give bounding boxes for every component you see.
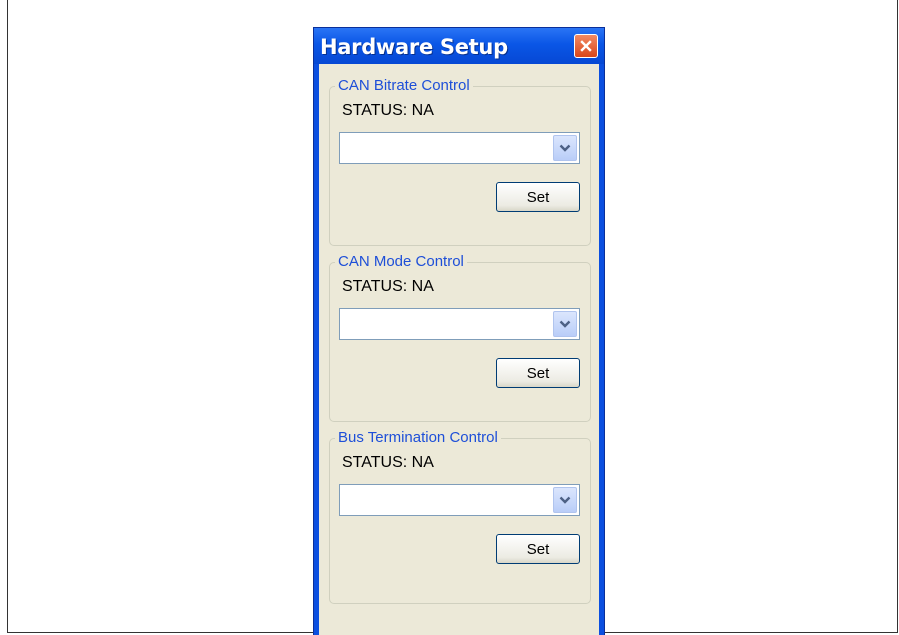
can-mode-control-group: CAN Mode Control STATUS: NA Set <box>329 253 591 422</box>
window-title: Hardware Setup <box>320 35 508 59</box>
set-termination-button[interactable]: Set <box>496 534 580 564</box>
group-legend: CAN Bitrate Control <box>335 77 473 95</box>
status-label: STATUS: NA <box>342 278 434 295</box>
chevron-down-icon <box>559 320 571 328</box>
close-button[interactable] <box>574 34 598 58</box>
status-label: STATUS: NA <box>342 102 434 119</box>
dropdown-button[interactable] <box>553 311 577 337</box>
hardware-setup-window: Hardware Setup CAN Bitrate Control STATU… <box>313 27 605 635</box>
dropdown-button[interactable] <box>553 487 577 513</box>
set-mode-button[interactable]: Set <box>496 358 580 388</box>
set-bitrate-button[interactable]: Set <box>496 182 580 212</box>
close-icon <box>580 40 592 52</box>
chevron-down-icon <box>559 496 571 504</box>
group-legend: CAN Mode Control <box>335 253 467 271</box>
can-bitrate-select[interactable] <box>339 132 580 164</box>
bus-termination-control-group: Bus Termination Control STATUS: NA Set <box>329 429 591 604</box>
dropdown-button[interactable] <box>553 135 577 161</box>
can-bitrate-control-group: CAN Bitrate Control STATUS: NA Set <box>329 77 591 246</box>
bus-termination-select[interactable] <box>339 484 580 516</box>
can-mode-select[interactable] <box>339 308 580 340</box>
status-label: STATUS: NA <box>342 454 434 471</box>
group-legend: Bus Termination Control <box>335 429 501 447</box>
chevron-down-icon <box>559 144 571 152</box>
window-client-area: CAN Bitrate Control STATUS: NA Set CAN M… <box>319 64 599 635</box>
title-bar[interactable]: Hardware Setup <box>314 28 604 64</box>
